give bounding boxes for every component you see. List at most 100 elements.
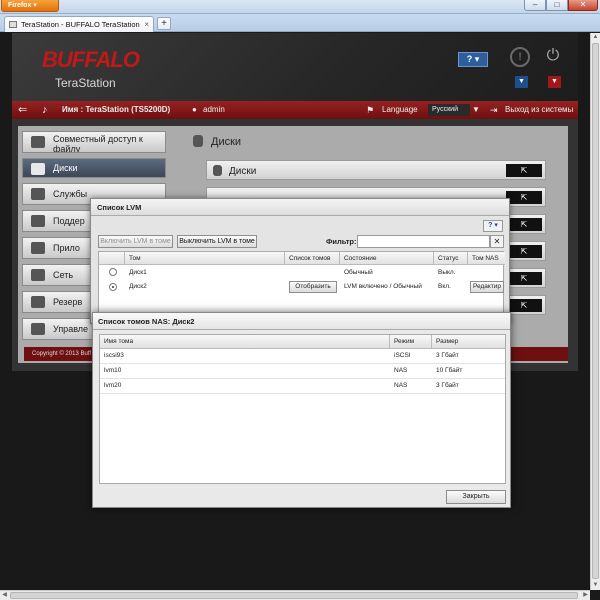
volume-name: iscsi93 xyxy=(104,352,124,359)
folder-icon xyxy=(31,136,45,148)
volume-size: 3 Гбайт xyxy=(436,382,459,389)
volume-status: Выкл. xyxy=(438,269,456,276)
volume-mode: iSCSI xyxy=(394,352,411,359)
product-name: TeraStation xyxy=(55,76,116,90)
nas-volumes-dialog: Список томов NAS: Диск2 Имя тома Режим Р… xyxy=(92,312,511,508)
column-header[interactable]: Статус xyxy=(434,252,468,265)
maximize-button[interactable]: □ xyxy=(546,0,568,11)
machine-name: Имя : TeraStation (TS5200D) xyxy=(62,105,171,114)
disk-icon xyxy=(213,165,222,176)
status-bar: ⇐ ♪ Имя : TeraStation (TS5200D) ● admin … xyxy=(12,101,578,119)
volume-name: lvm20 xyxy=(104,382,122,389)
column-header[interactable]: Размер xyxy=(432,335,505,349)
volume-size: 3 Гбайт xyxy=(436,352,459,359)
language-select[interactable]: Русский xyxy=(428,104,470,116)
info-icon[interactable]: ! xyxy=(510,47,530,67)
help-button[interactable]: ? ▾ xyxy=(458,52,488,67)
open-icon[interactable]: ⇱ xyxy=(506,272,542,285)
column-header[interactable]: Том xyxy=(125,252,285,265)
volume-mode: NAS xyxy=(394,367,408,374)
vertical-scrollbar[interactable]: ▲ ▼ xyxy=(590,33,600,590)
user-icon: ● xyxy=(192,105,197,114)
power-icon[interactable]: ⏻ xyxy=(543,47,563,67)
firefox-menu-button[interactable]: Firefox ▾ xyxy=(1,0,59,12)
show-volumes-button[interactable]: Отобразить xyxy=(289,281,337,293)
edit-nas-button[interactable]: Редактир xyxy=(470,281,504,293)
scroll-right-icon[interactable]: ▶ xyxy=(581,591,590,600)
page-title: Диски xyxy=(193,135,241,148)
table-row[interactable]: iscsi93 iSCSI 3 Гбайт xyxy=(100,349,505,364)
buffalo-logo: BUFFALO xyxy=(42,47,140,72)
chevron-down-icon[interactable]: ▼ xyxy=(472,101,480,119)
column-header[interactable]: Имя тома xyxy=(100,335,390,349)
enable-lvm-button[interactable]: Включить LVM в томе xyxy=(98,235,173,248)
logout-link[interactable]: Выход из системы xyxy=(505,101,573,119)
filter-input[interactable] xyxy=(357,235,490,248)
table-row[interactable]: lvm10 NAS 10 Гбайт xyxy=(100,364,505,379)
info-dropdown-arrow[interactable]: ▼ xyxy=(515,76,528,88)
backup-icon xyxy=(31,215,45,227)
help-icon[interactable]: ? ▾ xyxy=(483,220,503,232)
disk-icon xyxy=(193,135,203,147)
horizontal-scrollbar[interactable]: ◀ ▶ xyxy=(0,590,590,600)
tab-close-icon[interactable]: × xyxy=(144,17,149,32)
backup-copy-icon xyxy=(31,296,45,308)
open-icon[interactable]: ⇱ xyxy=(506,164,542,177)
app-header: BUFFALO TeraStation ? ▾ ! ⏻ ▼ ▼ xyxy=(12,33,578,101)
close-window-button[interactable]: ✕ xyxy=(568,0,598,11)
table-row[interactable]: lvm20 NAS 3 Гбайт xyxy=(100,379,505,394)
power-dropdown-arrow[interactable]: ▼ xyxy=(548,76,561,88)
open-icon[interactable]: ⇱ xyxy=(506,218,542,231)
apps-icon xyxy=(31,242,45,254)
volume-name: lvm10 xyxy=(104,367,122,374)
filter-label: Фильтр: xyxy=(326,237,357,246)
minimize-button[interactable]: – xyxy=(524,0,546,11)
disk-icon xyxy=(31,163,45,175)
clear-filter-icon[interactable]: ✕ xyxy=(490,235,504,248)
browser-tab[interactable]: TeraStation - BUFFALO TeraStation × xyxy=(4,16,154,32)
new-tab-button[interactable]: + xyxy=(157,17,171,30)
row-radio-selected[interactable] xyxy=(109,283,117,291)
services-icon xyxy=(31,188,45,200)
column-header[interactable]: Том NAS xyxy=(468,252,505,265)
language-label: Language xyxy=(382,105,418,114)
open-icon[interactable]: ⇱ xyxy=(506,299,542,312)
nas-volumes-table: Имя тома Режим Размер iscsi93 iSCSI 3 Гб… xyxy=(99,334,506,484)
sidebar-item-file-sharing[interactable]: Совместный доступ к файлу xyxy=(22,131,166,153)
volume-mode: NAS xyxy=(394,382,408,389)
row-radio[interactable] xyxy=(109,268,117,276)
language-icon: ⚑ xyxy=(366,105,375,115)
disks-row[interactable]: Диски ⇱ xyxy=(206,160,546,180)
browser-window: Firefox ▾ – □ ✕ TeraStation - BUFFALO Te… xyxy=(0,0,600,600)
user-name: admin xyxy=(203,105,225,114)
dialog-title: Список LVM xyxy=(91,199,509,216)
scroll-thumb[interactable] xyxy=(10,592,578,599)
column-header[interactable]: Состояние xyxy=(340,252,434,265)
tab-bar: TeraStation - BUFFALO TeraStation × + xyxy=(0,14,600,32)
scroll-up-icon[interactable]: ▲ xyxy=(591,33,600,42)
back-arrow-icon[interactable]: ⇐ xyxy=(18,101,27,119)
tools-icon xyxy=(31,323,45,335)
lvm-table: Том Список томов Состояние Статус Том NA… xyxy=(98,251,505,319)
favicon-icon xyxy=(9,21,17,28)
scroll-thumb[interactable] xyxy=(592,43,599,579)
disable-lvm-button[interactable]: Выключить LVM в томе xyxy=(177,235,257,248)
close-button[interactable]: Закрыть xyxy=(446,490,506,504)
column-header[interactable]: Список томов xyxy=(285,252,340,265)
network-icon xyxy=(31,269,45,281)
column-header[interactable]: Режим xyxy=(390,335,432,349)
tab-title: TeraStation - BUFFALO TeraStation xyxy=(21,20,140,29)
volume-name: Диск2 xyxy=(129,283,147,290)
sidebar-item-disks[interactable]: Диски xyxy=(22,158,166,178)
open-icon[interactable]: ⇱ xyxy=(506,245,542,258)
column-header[interactable] xyxy=(99,252,125,265)
logout-icon[interactable]: ⇥ xyxy=(490,101,498,119)
browser-titlebar: Firefox ▾ – □ ✕ xyxy=(0,0,600,14)
scroll-down-icon[interactable]: ▼ xyxy=(591,581,600,590)
volume-state: LVM включено / Обычный xyxy=(344,283,422,290)
music-note-icon[interactable]: ♪ xyxy=(42,101,48,119)
scroll-left-icon[interactable]: ◀ xyxy=(0,591,9,600)
volume-status: Вкл. xyxy=(438,283,451,290)
lvm-list-dialog: Список LVM ? ▾ Включить LVM в томе Выклю… xyxy=(90,198,510,324)
open-icon[interactable]: ⇱ xyxy=(506,191,542,204)
